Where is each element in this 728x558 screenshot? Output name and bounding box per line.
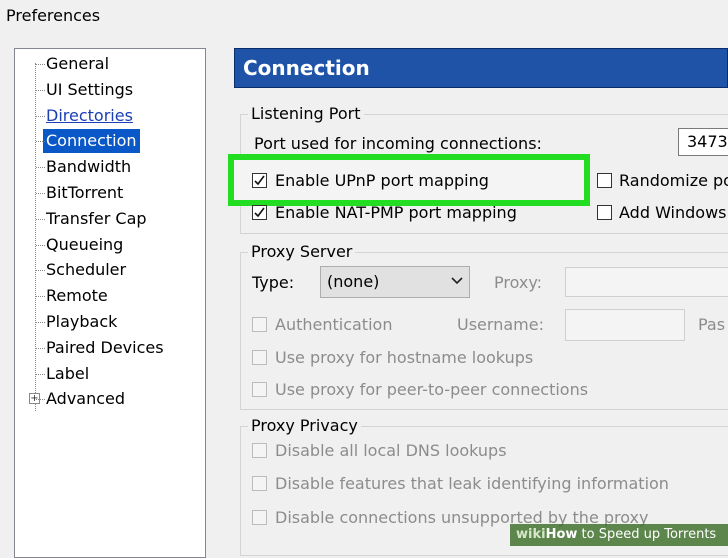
panel-title: Connection <box>243 56 370 80</box>
proxy-type-label: Type: <box>252 273 295 292</box>
natpmp-checkbox[interactable] <box>252 205 267 220</box>
window-title: Preferences <box>6 6 101 25</box>
tree-connector-line <box>36 64 45 65</box>
tree-connector-line <box>36 193 45 194</box>
tree-connector-line <box>36 244 45 246</box>
port-label: Port used for incoming connections: <box>254 134 542 153</box>
proxy-type-select[interactable]: (none) <box>320 266 470 298</box>
listening-port-legend: Listening Port <box>248 105 364 123</box>
proxy-p2p-label: Use proxy for peer-to-peer connections <box>275 380 589 399</box>
disable-leak-checkbox[interactable] <box>252 476 267 491</box>
tree-item-bittorrent[interactable]: BitTorrent <box>43 181 126 205</box>
window-title-bar: Preferences <box>0 0 728 36</box>
username-input[interactable] <box>565 309 685 341</box>
tree-item-label[interactable]: Label <box>43 362 92 386</box>
port-input[interactable]: 34734 <box>678 128 728 156</box>
proxy-hostname-label: Use proxy for hostname lookups <box>275 348 534 367</box>
tree-item-advanced[interactable]: Advanced <box>43 387 128 411</box>
tree-connector-line <box>36 399 45 401</box>
tree-connector-line <box>36 89 45 91</box>
tree-item-playback[interactable]: Playback <box>43 310 120 334</box>
disable-dns-checkbox[interactable] <box>252 443 267 458</box>
watermark-brand: wiki <box>516 527 546 542</box>
authentication-checkbox[interactable] <box>252 317 267 332</box>
upnp-checkbox[interactable] <box>252 173 267 188</box>
tree-connector-line <box>36 115 45 117</box>
tree-item-scheduler[interactable]: Scheduler <box>43 258 129 282</box>
username-label: Username: <box>457 315 544 334</box>
tree-connector-line <box>36 296 45 298</box>
tree-connector-line <box>36 218 45 220</box>
wikihow-watermark: wikiHow to Speed up Torrents <box>510 524 728 546</box>
tree-item-connection[interactable]: Connection <box>43 129 140 154</box>
randomize-port-label: Randomize po <box>619 171 728 190</box>
proxy-host-label: Proxy: <box>494 273 543 292</box>
tree-connector-line <box>36 347 45 349</box>
upnp-label: Enable UPnP port mapping <box>275 171 489 190</box>
tree-item-general[interactable]: General <box>43 52 112 76</box>
add-windows-firewall-checkbox[interactable] <box>597 205 612 220</box>
tree-item-bandwidth[interactable]: Bandwidth <box>43 155 134 179</box>
disable-dns-label: Disable all local DNS lookups <box>275 441 507 460</box>
tree-connector-line <box>36 322 45 323</box>
checkmark-icon <box>254 207 265 218</box>
authentication-label: Authentication <box>275 315 393 334</box>
add-windows-firewall-label: Add Windows <box>619 203 727 222</box>
proxy-server-legend: Proxy Server <box>248 243 356 261</box>
natpmp-label: Enable NAT-PMP port mapping <box>275 203 517 222</box>
panel-header: Connection <box>234 48 728 88</box>
checkmark-icon <box>254 175 265 186</box>
proxy-type-value: (none) <box>327 272 380 291</box>
tree-item-queueing[interactable]: Queueing <box>43 233 126 257</box>
proxy-privacy-legend: Proxy Privacy <box>248 417 361 435</box>
preferences-tree[interactable]: General UI Settings Directories Connection B… <box>14 48 206 558</box>
tree-item-paired-devices[interactable]: Paired Devices <box>43 336 167 360</box>
password-label: Pas <box>698 315 726 334</box>
disable-unsupported-checkbox[interactable] <box>252 510 267 525</box>
disable-leak-label: Disable features that leak identifying i… <box>275 474 669 493</box>
tree-item-remote[interactable]: Remote <box>43 284 111 308</box>
tree-connector-line <box>36 270 45 272</box>
proxy-host-input[interactable] <box>565 267 728 297</box>
tree-item-directories[interactable]: Directories <box>43 104 136 128</box>
tree-connector-line <box>36 373 45 375</box>
tree-item-transfer-cap[interactable]: Transfer Cap <box>43 207 150 231</box>
watermark-text: to Speed up Torrents <box>577 527 717 542</box>
tree-connector-line <box>36 167 45 169</box>
watermark-how: How <box>545 527 578 542</box>
randomize-port-checkbox[interactable] <box>597 173 612 188</box>
tree-connector-line <box>36 141 45 143</box>
tree-item-ui-settings[interactable]: UI Settings <box>43 78 136 102</box>
proxy-p2p-checkbox[interactable] <box>252 382 267 397</box>
chevron-down-icon <box>451 277 463 285</box>
proxy-hostname-checkbox[interactable] <box>252 350 267 365</box>
